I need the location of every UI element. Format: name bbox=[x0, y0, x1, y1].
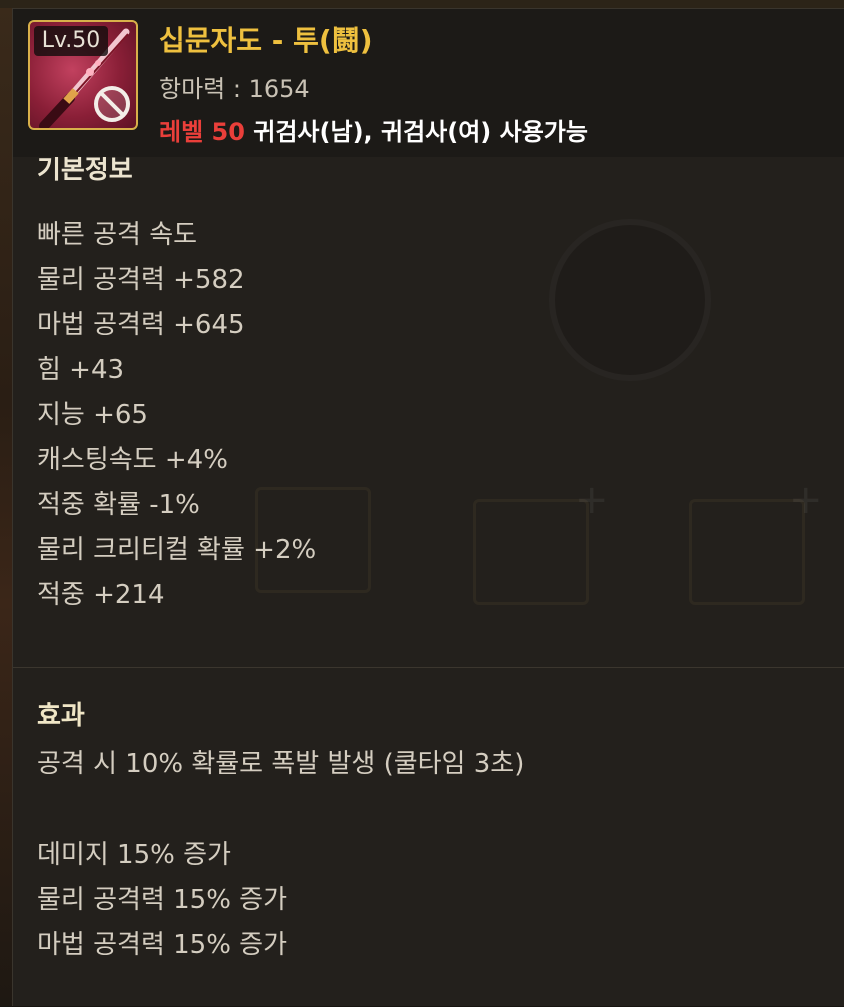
level-badge: Lv.50 bbox=[34, 26, 108, 56]
tooltip-body: + + 기본정보 빠른 공격 속도 물리 공격력 +582 마법 공격력 +64… bbox=[13, 157, 844, 1007]
background-plus-icon: + bbox=[575, 477, 609, 523]
background-emblem bbox=[549, 219, 711, 381]
requirement-classes: 귀검사(남), 귀검사(여) 사용가능 bbox=[244, 118, 588, 146]
background-scene-top bbox=[0, 0, 844, 8]
requirement-line: 레벨 50 귀검사(남), 귀검사(여) 사용가능 bbox=[159, 112, 588, 147]
effect-main-line: 공격 시 10% 확률로 폭발 발생 (쿨타임 3초) bbox=[37, 749, 525, 779]
effect-line: 데미지 15% 증가 bbox=[37, 840, 231, 870]
stat-line: 힘 +43 bbox=[37, 355, 125, 385]
stat-list: 빠른 공격 속도 물리 공격력 +582 마법 공격력 +645 힘 +43 지… bbox=[37, 213, 316, 618]
stat-line: 캐스팅속도 +4% bbox=[37, 445, 228, 475]
tooltip-header: Lv.50 십문자도 - 투(鬪) 항마력 : 1654 레벨 50 귀검사(남… bbox=[13, 9, 844, 157]
stat-line: 마법 공격력 +645 bbox=[37, 310, 245, 340]
basic-info-title: 기본정보 bbox=[37, 157, 133, 185]
requirement-level: 레벨 50 bbox=[159, 118, 245, 146]
stat-line: 적중 +214 bbox=[37, 580, 165, 610]
background-plus-icon: + bbox=[789, 477, 823, 523]
background-slot bbox=[473, 499, 589, 605]
item-icon-frame: Lv.50 bbox=[28, 20, 138, 130]
stat-line: 물리 공격력 +582 bbox=[37, 265, 245, 295]
stat-line: 지능 +65 bbox=[37, 400, 148, 430]
stat-line: 적중 확률 -1% bbox=[37, 490, 200, 520]
stat-line: 빠른 공격 속도 bbox=[37, 220, 198, 250]
effect-title: 효과 bbox=[37, 701, 85, 731]
item-name: 십문자도 - 투(鬪) bbox=[159, 24, 373, 57]
item-tooltip: Lv.50 십문자도 - 투(鬪) 항마력 : 1654 레벨 50 귀검사(남… bbox=[12, 8, 844, 1006]
effect-list: 데미지 15% 증가 물리 공격력 15% 증가 마법 공격력 15% 증가 bbox=[37, 833, 287, 968]
section-divider bbox=[13, 667, 844, 668]
stat-line: 물리 크리티컬 확률 +2% bbox=[37, 535, 317, 565]
no-entry-icon bbox=[94, 86, 130, 122]
defense-value: 항마력 : 1654 bbox=[159, 75, 310, 103]
effect-line: 물리 공격력 15% 증가 bbox=[37, 885, 288, 915]
effect-line: 마법 공격력 15% 증가 bbox=[37, 930, 288, 960]
background-slot bbox=[689, 499, 805, 605]
